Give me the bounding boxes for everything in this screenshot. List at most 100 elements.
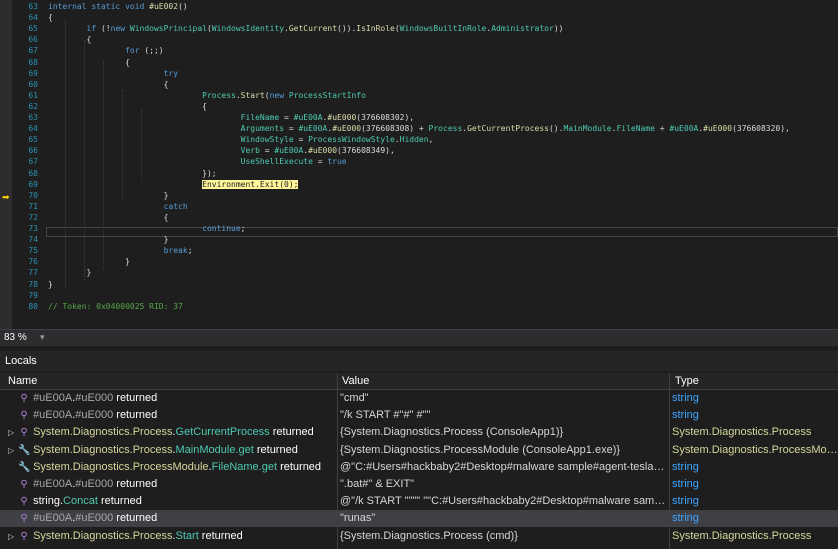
code-editor[interactable]: ➡ 63 internal static void #uE002() 64{65 i… [0, 0, 838, 329]
line-number: 80 [28, 301, 38, 311]
locals-value-cell[interactable]: @"C:#Users#hackbaby2#Desktop#malware sam… [340, 459, 668, 476]
code-line[interactable]: 64 { [0, 13, 838, 23]
code-line[interactable]: 68 }); [0, 169, 838, 179]
code-text: } [48, 268, 92, 278]
code-text: break; [163, 246, 193, 256]
line-number: 61 [28, 90, 38, 100]
code-text: } [48, 235, 169, 245]
code-line[interactable]: 66 Verb = #uE00A.#uE000(376608349), [0, 146, 838, 156]
line-number: 77 [28, 268, 38, 278]
locals-row[interactable]: ⚲ #uE00A.#uE000 returned ".bat#" & EXIT" s… [0, 476, 838, 493]
code-line[interactable]: 71 catch [0, 202, 838, 212]
locals-type-cell: string [672, 392, 699, 404]
code-text: { [48, 35, 92, 45]
locals-name-cell: ⚲ #uE00A.#uE000 returned [8, 407, 336, 424]
locals-row[interactable]: 🔧 System.Diagnostics.ProcessModule.FileN… [0, 459, 838, 476]
line-number: 76 [28, 257, 38, 267]
code-line[interactable]: 62 { [0, 102, 838, 112]
line-number: 62 [28, 101, 38, 111]
code-text: FileName = #uE00A.#uE000(376608302), [240, 113, 415, 122]
code-line[interactable]: 63 FileName = #uE00A.#uE000(376608302), [0, 113, 838, 123]
column-header-type[interactable]: Type [675, 375, 699, 387]
locals-type-cell: string [672, 495, 699, 508]
locals-value-cell[interactable]: {System.Diagnostics.Process (ConsoleApp1… [340, 424, 668, 441]
code-text: { [48, 13, 53, 23]
zoom-dropdown-icon[interactable]: ▾ [40, 332, 45, 343]
code-line[interactable]: 76 } [0, 257, 838, 267]
locals-value-cell[interactable]: {System.Diagnostics.Process (cmd)} [340, 528, 668, 545]
locals-row[interactable]: ▷ ⚲ System.Diagnostics.Process.Start retu… [0, 528, 838, 545]
code-line[interactable]: 63 internal static void #uE002() [0, 2, 838, 12]
code-line[interactable]: 60 { [0, 80, 838, 90]
code-line[interactable]: 67 UseShellExecute = true [0, 157, 838, 167]
line-number: 70 [28, 190, 38, 200]
code-line[interactable]: 69 try [0, 69, 838, 79]
code-text: Process.Start(new ProcessStartInfo [202, 90, 366, 100]
locals-row[interactable]: ⚲ #uE00A.#uE000 returned "cmd" string [0, 390, 838, 407]
code-text: { [48, 79, 169, 89]
code-line[interactable]: 73 continue; [0, 224, 838, 234]
locals-row[interactable]: ▷ ⚲ System.Diagnostics.Process.GetCurrent… [0, 424, 838, 441]
method-return-icon: ⚲ [20, 479, 28, 490]
line-number: 69 [28, 179, 38, 189]
code-line[interactable]: 67 for (;;) [0, 46, 838, 56]
code-line[interactable]: 79 [0, 291, 838, 301]
locals-row[interactable]: ⚲ #uE00A.#uE000 returned "runas" string [0, 510, 838, 528]
line-number: 79 [28, 290, 38, 300]
line-number: 65 [28, 135, 38, 145]
locals-name-cell: ▷ 🔧 System.Diagnostics.Process.MainModule… [8, 442, 336, 459]
code-line[interactable]: 77 } [0, 268, 838, 278]
code-text: try [163, 68, 179, 78]
code-line[interactable]: 64 Arguments = #uE00A.#uE000(376608308) … [0, 124, 838, 134]
expand-arrow-icon[interactable]: ▷ [8, 528, 18, 545]
method-return-icon: ⚲ [20, 410, 28, 422]
code-line[interactable]: 75 break; [0, 246, 838, 256]
locals-name-cell: ⚲ #uE00A.#uE000 returned [8, 476, 336, 493]
zoom-level[interactable]: 83 % [4, 332, 27, 343]
line-number: 66 [28, 146, 38, 156]
locals-name-cell: ⚲ #uE00A.#uE000 returned [8, 510, 336, 527]
code-line[interactable]: 61 Process.Start(new ProcessStartInfo [0, 91, 838, 101]
code-text: WindowStyle = ProcessWindowStyle.Hidden, [240, 135, 434, 145]
code-line[interactable]: 69 Environment.Exit(0); [0, 179, 838, 190]
locals-name-cell: ▷ ⚲ System.Diagnostics.Process.GetCurrent… [8, 424, 336, 441]
locals-name-cell: ⚲ string.Concat returned [8, 493, 336, 510]
locals-value-cell[interactable]: "cmd" [340, 390, 668, 407]
locals-panel-title: Locals [0, 351, 838, 371]
locals-type-cell: System.Diagnostics.ProcessModule [672, 443, 838, 456]
line-number: 64 [28, 13, 38, 23]
line-number: 63 [28, 2, 38, 11]
locals-row[interactable]: ⚲ #uE00A.#uE000 returned "/k START #"#" #… [0, 407, 838, 424]
expand-arrow-icon[interactable]: ▷ [8, 424, 18, 441]
code-line[interactable]: 68 { [0, 58, 838, 68]
code-line[interactable]: 70 } [0, 191, 838, 201]
line-number: 74 [28, 235, 38, 245]
code-text: } [48, 257, 130, 267]
code-text: } [48, 279, 53, 289]
locals-name-cell: ⚲ #uE00A.#uE000 returned [8, 390, 336, 407]
locals-type-cell: System.Diagnostics.Process [672, 426, 812, 439]
locals-value-cell[interactable]: "runas" [340, 510, 668, 527]
code-line[interactable]: 80 // Token: 0x04000025 RID: 37 [0, 302, 838, 312]
expand-arrow-icon[interactable]: ▷ [8, 442, 18, 459]
code-line[interactable]: 65 WindowStyle = ProcessWindowStyle.Hidd… [0, 135, 838, 145]
code-line[interactable]: 65 if (!new WindowsPrincipal(WindowsIden… [0, 24, 838, 34]
line-number: 69 [28, 68, 38, 78]
locals-value-cell[interactable]: "/k START #"#" #"" [340, 407, 668, 424]
locals-value-cell[interactable]: @"/k START """" ""C:#Users#hackbaby2#Des… [340, 493, 668, 510]
locals-value-cell[interactable]: {System.Diagnostics.ProcessModule (Conso… [340, 442, 668, 459]
locals-value-cell[interactable]: ".bat#" & EXIT" [340, 476, 668, 493]
column-header-value[interactable]: Value [342, 375, 369, 387]
line-number: 71 [28, 201, 38, 211]
column-header-name[interactable]: Name [8, 375, 37, 387]
line-number: 66 [28, 35, 38, 45]
code-line[interactable]: 74 } [0, 235, 838, 245]
locals-type-cell: string [672, 512, 699, 525]
method-return-icon: ⚲ [20, 530, 28, 542]
locals-type-cell: string [672, 460, 699, 473]
code-line[interactable]: 72 { [0, 213, 838, 223]
locals-row[interactable]: ⚲ string.Concat returned @"/k START """" … [0, 493, 838, 510]
locals-row[interactable]: ▷ 🔧 System.Diagnostics.Process.MainModule… [0, 442, 838, 459]
code-line[interactable]: 78} [0, 280, 838, 290]
code-line[interactable]: 66 { [0, 35, 838, 45]
